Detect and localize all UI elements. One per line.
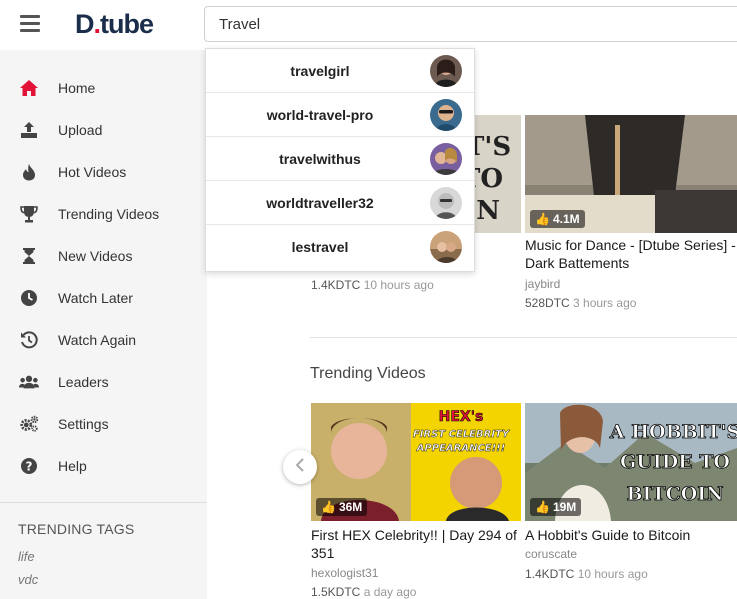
- likes-badge: 👍 4.1M: [530, 210, 585, 228]
- avatar: [430, 143, 462, 175]
- thumbs-up-icon: 👍: [535, 500, 550, 514]
- search-suggestion[interactable]: travelgirl: [206, 49, 474, 93]
- likes-badge: 👍 36M: [316, 498, 368, 516]
- sidebar-item-label: Settings: [58, 416, 109, 432]
- avatar: [430, 187, 462, 219]
- chevron-left-icon: [295, 457, 305, 477]
- video-meta: 1.4KDTC 10 hours ago: [525, 567, 648, 581]
- dtube-logo[interactable]: D.tube: [75, 9, 154, 40]
- search-suggestions-dropdown: travelgirl world-travel-pro travelwithus…: [205, 48, 475, 272]
- svg-text:APPEARANCE!!!: APPEARANCE!!!: [416, 443, 506, 454]
- history-icon: [19, 330, 39, 350]
- gears-icon: [19, 414, 39, 434]
- svg-text:FIRST CELEBRITY: FIRST CELEBRITY: [413, 429, 511, 440]
- search-input[interactable]: [204, 6, 737, 42]
- hourglass-icon: [19, 246, 39, 266]
- fire-icon: [19, 162, 39, 182]
- video-author[interactable]: coruscate: [525, 547, 577, 561]
- video-thumbnail[interactable]: 👍 4.1M: [525, 115, 737, 233]
- sidebar-item-label: Hot Videos: [58, 164, 127, 180]
- thumbs-up-icon: 👍: [321, 500, 336, 514]
- home-icon: [19, 78, 39, 98]
- video-thumbnail[interactable]: HEX's FIRST CELEBRITY APPEARANCE!!! 👍 36M: [311, 403, 521, 521]
- search-suggestion[interactable]: worldtraveller32: [206, 181, 474, 225]
- sidebar-item-watch-again[interactable]: Watch Again: [0, 319, 207, 361]
- sidebar-item-new-videos[interactable]: New Videos: [0, 235, 207, 277]
- avatar: [430, 55, 462, 87]
- sidebar-item-label: Watch Again: [58, 332, 137, 348]
- video-author[interactable]: jaybird: [525, 277, 560, 291]
- thumbs-up-icon: 👍: [535, 212, 550, 226]
- sidebar-item-label: Trending Videos: [58, 206, 160, 222]
- sidebar-item-help[interactable]: ? Help: [0, 445, 207, 487]
- svg-text:A HOBBIT'S: A HOBBIT'S: [609, 421, 737, 443]
- search-suggestion[interactable]: world-travel-pro: [206, 93, 474, 137]
- search-suggestion[interactable]: lestravel: [206, 225, 474, 269]
- sidebar-item-label: Help: [58, 458, 87, 474]
- trophy-icon: [19, 204, 39, 224]
- video-title[interactable]: Music for Dance - [Dtube Series] - Dark …: [525, 236, 737, 272]
- search-suggestion[interactable]: travelwithus: [206, 137, 474, 181]
- svg-text:BITCOIN: BITCOIN: [626, 483, 723, 505]
- carousel-prev-button[interactable]: [283, 450, 317, 484]
- sidebar-item-settings[interactable]: Settings: [0, 403, 207, 445]
- sidebar-item-trending-videos[interactable]: Trending Videos: [0, 193, 207, 235]
- sidebar-item-label: Watch Later: [58, 290, 133, 306]
- sidebar-item-leaders[interactable]: Leaders: [0, 361, 207, 403]
- users-icon: [19, 372, 39, 392]
- svg-text:GUIDE TO: GUIDE TO: [620, 451, 730, 473]
- sidebar-item-upload[interactable]: Upload: [0, 109, 207, 151]
- sidebar-item-label: New Videos: [58, 248, 133, 264]
- menu-icon[interactable]: [20, 15, 40, 33]
- tag-link[interactable]: life: [18, 549, 35, 564]
- sidebar-item-label: Leaders: [58, 374, 109, 390]
- likes-badge: 👍 19M: [530, 498, 582, 516]
- sidebar-item-hot-videos[interactable]: Hot Videos: [0, 151, 207, 193]
- video-title[interactable]: First HEX Celebrity!! | Day 294 of 351: [311, 526, 521, 562]
- video-title[interactable]: A Hobbit's Guide to Bitcoin: [525, 526, 737, 544]
- svg-text:?: ?: [26, 460, 33, 474]
- sidebar-item-home[interactable]: Home: [0, 67, 207, 109]
- clock-icon: [19, 288, 39, 308]
- video-thumbnail[interactable]: A HOBBIT'S GUIDE TO BITCOIN 👍 19M: [525, 403, 737, 521]
- video-meta: 1.4KDTC 10 hours ago: [311, 278, 434, 292]
- svg-text:HEX's: HEX's: [439, 409, 484, 425]
- upload-icon: [19, 120, 39, 140]
- sidebar-divider: [0, 502, 207, 503]
- trending-tags-title: TRENDING TAGS: [18, 521, 135, 537]
- sidebar-item-label: Home: [58, 80, 96, 96]
- section-separator: [310, 337, 737, 338]
- tag-link[interactable]: vdc: [18, 572, 38, 587]
- sidebar-item-label: Upload: [58, 122, 103, 138]
- sidebar: Home Upload Hot Videos Trending Videos N…: [0, 50, 207, 599]
- video-author[interactable]: hexologist31: [311, 566, 378, 580]
- avatar: [430, 231, 462, 263]
- question-icon: ?: [19, 456, 39, 476]
- section-title-trending: Trending Videos: [310, 365, 426, 382]
- video-meta: 1.5KDTC a day ago: [311, 585, 417, 599]
- avatar: [430, 99, 462, 131]
- sidebar-item-watch-later[interactable]: Watch Later: [0, 277, 207, 319]
- top-bar: D.tube: [0, 0, 737, 50]
- video-meta: 528DTC 3 hours ago: [525, 296, 637, 310]
